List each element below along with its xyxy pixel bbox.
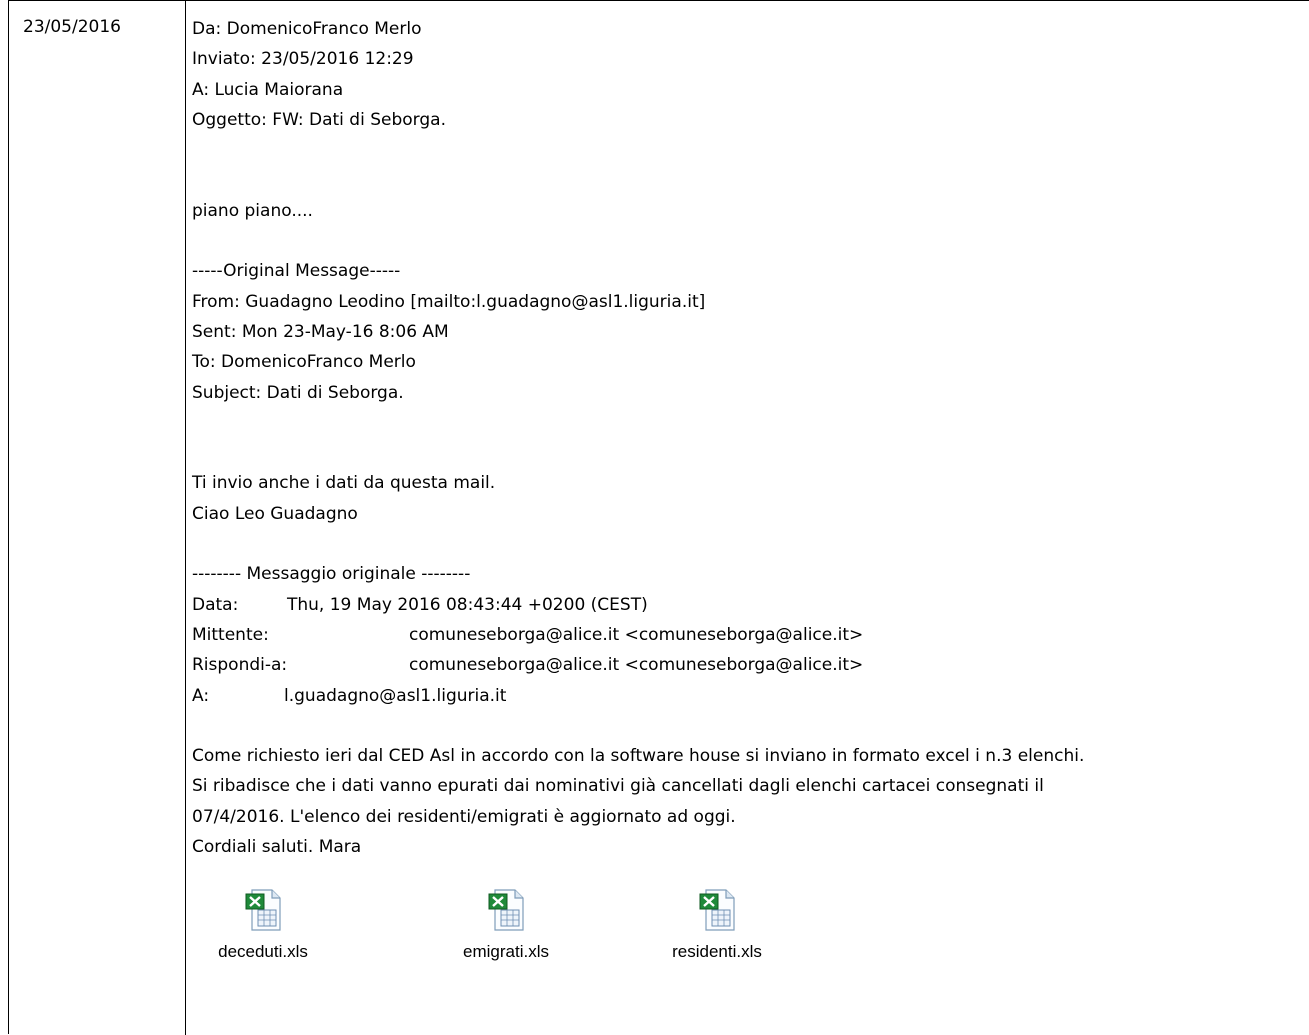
forward2-field-sender: Mittente: comuneseborga@alice.it <comunes… — [192, 620, 1302, 650]
forward2-body-line: Come richiesto ieri dal CED Asl in accor… — [192, 746, 1085, 767]
forward1-body-line: Ciao Leo Guadagno — [192, 503, 358, 524]
forward1-to: To: DomenicoFranco Merlo — [192, 352, 416, 373]
forward1-subject: Subject: Dati di Seborga. — [192, 382, 404, 403]
column-divider — [185, 1, 186, 1035]
header-to: A: Lucia Maiorana — [192, 79, 344, 100]
excel-file-icon — [244, 888, 282, 932]
field-label: Mittente: — [192, 624, 269, 645]
email-content: Da: DomenicoFranco Merlo Inviato: 23/05/… — [192, 14, 1302, 862]
attachment-name: deceduti.xls — [218, 942, 308, 961]
forward1-sent: Sent: Mon 23-May-16 8:06 AM — [192, 321, 449, 342]
forward2-body-line: 07/4/2016. L'elenco dei residenti/emigra… — [192, 806, 736, 827]
body-line: piano piano.... — [192, 200, 313, 221]
field-label: A: — [192, 685, 210, 706]
forward2-separator: -------- Messaggio originale -------- — [192, 564, 471, 585]
attachment-name: emigrati.xls — [463, 942, 549, 961]
field-label: Rispondi-a: — [192, 655, 288, 676]
field-value: comuneseborga@alice.it <comuneseborga@al… — [409, 655, 864, 676]
excel-file-icon — [487, 888, 525, 932]
forward2-body-line: Cordiali saluti. Mara — [192, 837, 362, 858]
date-cell: 23/05/2016 — [23, 17, 121, 37]
attachment-residenti[interactable]: residenti.xls — [647, 888, 787, 962]
attachments: deceduti.xls emigrati.xls residenti.xls — [192, 888, 992, 1028]
excel-file-icon — [698, 888, 736, 932]
field-value: comuneseborga@alice.it <comuneseborga@al… — [409, 624, 864, 645]
header-from: Da: DomenicoFranco Merlo — [192, 19, 422, 39]
field-label: Data: — [192, 594, 239, 615]
field-value: l.guadagno@asl1.liguria.it — [284, 685, 507, 706]
forward2-field-date: Data: Thu, 19 May 2016 08:43:44 +0200 (CE… — [192, 590, 1302, 620]
forward1-from: From: Guadagno Leodino [mailto:l.guadagn… — [192, 291, 706, 312]
forward1-separator: -----Original Message----- — [192, 261, 401, 282]
forward1-body-line: Ti invio anche i dati da questa mail. — [192, 473, 496, 494]
attachment-emigrati[interactable]: emigrati.xls — [436, 888, 576, 962]
header-subject: Oggetto: FW: Dati di Seborga. — [192, 109, 446, 130]
attachment-name: residenti.xls — [672, 942, 762, 961]
field-value: Thu, 19 May 2016 08:43:44 +0200 (CEST) — [287, 594, 648, 615]
forward2-field-to: A: l.guadagno@asl1.liguria.it — [192, 681, 1302, 711]
header-sent: Inviato: 23/05/2016 12:29 — [192, 49, 414, 70]
forward2-field-reply-to: Rispondi-a: comuneseborga@alice.it <comun… — [192, 650, 1302, 680]
attachment-deceduti[interactable]: deceduti.xls — [193, 888, 333, 962]
forward2-body-line: Si ribadisce che i dati vanno epurati da… — [192, 776, 1044, 797]
